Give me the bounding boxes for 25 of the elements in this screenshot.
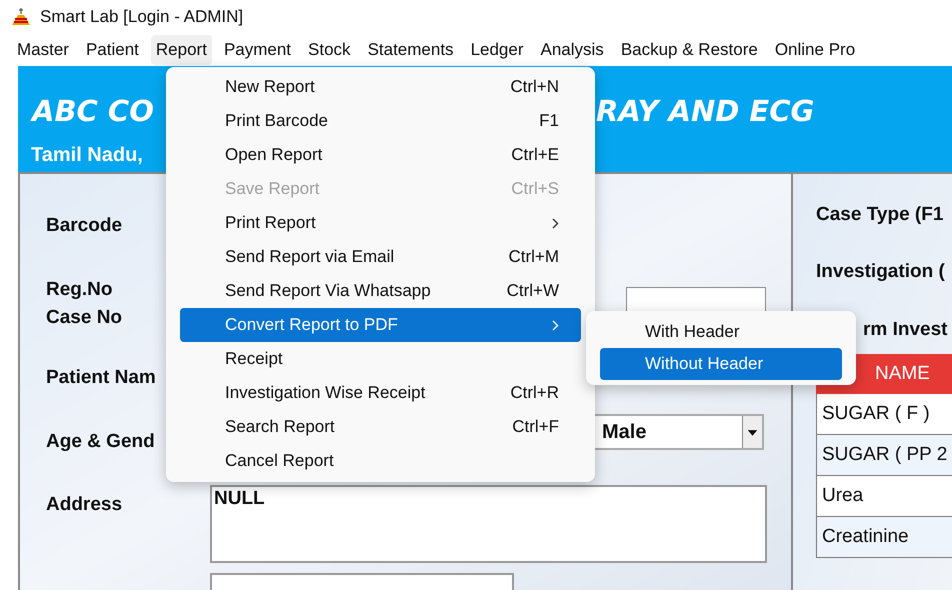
field-label: Age & Gend xyxy=(46,430,155,454)
field-label: Address xyxy=(46,493,122,517)
field-label: Investigation ( xyxy=(816,260,945,284)
window-title: Smart Lab [Login - ADMIN] xyxy=(40,6,244,28)
shortcut-text: Ctrl+F xyxy=(512,416,559,438)
table-cell: Urea xyxy=(816,476,952,517)
shortcut-text: F1 xyxy=(539,110,559,132)
shortcut-text: Ctrl+N xyxy=(510,76,559,98)
field-label: Reg.No xyxy=(46,278,112,302)
shortcut-text: Ctrl+W xyxy=(506,280,559,302)
header-title: RAY AND ECG xyxy=(596,93,814,130)
table-cell: SUGAR ( PP 2 xyxy=(816,435,952,476)
header-title: ABC CO xyxy=(32,93,154,130)
shortcut-text: Ctrl+M xyxy=(508,246,559,268)
field-label: Barcode xyxy=(46,214,122,238)
header-subtitle: Tamil Nadu, xyxy=(31,143,143,168)
field-label: Case No xyxy=(46,306,122,330)
field-label: Case Type (F1 xyxy=(816,203,944,227)
shortcut-text: Ctrl+R xyxy=(510,382,559,404)
table-cell: SUGAR ( F ) xyxy=(816,394,952,435)
shortcut-text: Ctrl+E xyxy=(511,144,559,166)
shortcut-text: Ctrl+S xyxy=(511,178,559,200)
table-cell: Creatinine xyxy=(816,517,952,558)
field-label: Patient Nam xyxy=(46,366,156,390)
field-label: rm Invest xyxy=(863,318,948,342)
